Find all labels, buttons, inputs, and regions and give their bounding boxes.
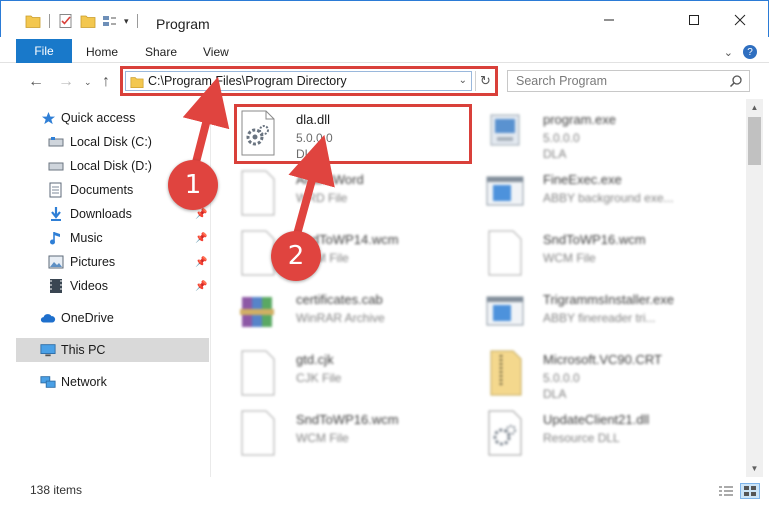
file-highlight-box <box>234 104 472 164</box>
search-placeholder: Search Program <box>516 74 608 88</box>
pin-icon[interactable]: 📌 <box>195 257 207 268</box>
tab-home[interactable]: Home <box>86 45 118 59</box>
zipper-file-icon <box>490 350 522 396</box>
maximize-icon <box>689 14 699 25</box>
file-item-program-exe[interactable]: program.exe 5.0.0.0 DLA <box>485 109 735 165</box>
refresh-button[interactable]: ↻ <box>475 71 495 91</box>
close-icon <box>734 14 746 25</box>
winrar-icon <box>240 297 274 327</box>
status-bar: 138 items <box>0 477 769 515</box>
customize-toolbar-icon[interactable] <box>102 13 118 29</box>
ribbon-controls: ⌄ ? <box>724 45 757 59</box>
navigation-pane: Quick access Local Disk (C:) Local Disk … <box>0 99 211 477</box>
drive-icon <box>48 134 64 150</box>
music-icon <box>48 230 64 246</box>
vertical-scrollbar[interactable]: ▲ ▼ <box>746 99 763 477</box>
search-input[interactable]: Search Program <box>507 70 750 92</box>
sidebar-item-network[interactable]: Network <box>0 370 210 394</box>
minimize-button[interactable] <box>586 1 632 38</box>
scroll-thumb[interactable] <box>748 117 761 165</box>
properties-check-icon[interactable] <box>58 13 74 29</box>
address-path: C:\Program Files\Program Directory <box>148 74 347 88</box>
exe-icon <box>490 114 520 146</box>
sidebar-item-music[interactable]: Music 📌 <box>0 226 210 250</box>
download-icon <box>48 206 64 222</box>
toolbar-dropdown-icon[interactable]: ▾ <box>124 16 129 27</box>
sidebar-item-this-pc[interactable]: This PC <box>16 338 209 362</box>
sidebar-item-local-disk-c[interactable]: Local Disk (C:) <box>0 130 210 154</box>
file-item-sndtowp16-wcm-2[interactable]: SndToWP16.wcm WCM File <box>238 409 488 465</box>
title-bar: ▾ Program <box>0 0 769 37</box>
pin-icon[interactable]: 📌 <box>195 209 207 220</box>
expand-ribbon-icon[interactable]: ⌄ <box>724 46 733 59</box>
back-arrow-icon[interactable]: ← <box>28 73 44 91</box>
folder-icon[interactable] <box>25 13 41 29</box>
address-dropdown-icon[interactable]: ⌄ <box>459 75 467 86</box>
address-row: ← → ⌄ ↑ C:\Program Files\Program Directo… <box>0 63 769 99</box>
toolbar-separator <box>136 14 138 28</box>
drive-icon <box>48 158 64 174</box>
window-app-icon <box>486 176 524 206</box>
quick-access-toolbar: ▾ <box>25 13 140 29</box>
details-view-button[interactable] <box>716 483 736 499</box>
sidebar-item-videos[interactable]: Videos 📌 <box>0 274 210 298</box>
large-icons-view-button[interactable] <box>740 483 760 499</box>
file-item-sndtowp16-wcm[interactable]: SndToWP16.wcm WCM File <box>485 229 735 285</box>
file-item-gtd-cjk[interactable]: gtd.cjk CJK File <box>238 349 488 405</box>
computer-icon <box>40 342 56 358</box>
details-view-icon <box>719 486 733 496</box>
recent-locations-icon[interactable]: ⌄ <box>84 77 92 88</box>
minimize-icon <box>604 19 614 20</box>
file-item-microsoft-vc90-crt[interactable]: Microsoft.VC90.CRT 5.0.0.0 DLA <box>485 349 735 405</box>
window-title: Program <box>156 16 210 32</box>
item-count: 138 items <box>30 483 83 497</box>
scroll-down-icon[interactable]: ▼ <box>746 460 763 477</box>
step-1-badge: 1 <box>168 160 218 210</box>
up-arrow-icon[interactable]: ↑ <box>102 73 110 91</box>
dll-gear-icon <box>488 410 522 456</box>
address-highlight: C:\Program Files\Program Directory ⌄ ↻ <box>120 66 498 96</box>
close-button[interactable] <box>717 1 763 38</box>
pictures-icon <box>48 254 64 270</box>
help-icon[interactable]: ? <box>743 45 757 59</box>
scroll-up-icon[interactable]: ▲ <box>746 99 763 116</box>
file-item-certificates-cab[interactable]: certificates.cab WinRAR Archive <box>238 289 488 345</box>
blank-file-icon <box>488 230 522 276</box>
large-icons-view-icon <box>744 486 756 496</box>
pin-icon[interactable]: 📌 <box>195 233 207 244</box>
blank-file-icon <box>241 170 275 216</box>
cloud-icon <box>40 310 56 326</box>
tab-file[interactable]: File <box>16 39 72 63</box>
address-bar[interactable]: C:\Program Files\Program Directory ⌄ <box>125 71 472 91</box>
step-2-badge: 2 <box>271 231 321 281</box>
sidebar-item-pictures[interactable]: Pictures 📌 <box>0 250 210 274</box>
file-item-updateclient21-dll[interactable]: UpdateClient21.dll Resource DLL <box>485 409 735 465</box>
new-folder-icon[interactable] <box>80 13 96 29</box>
window-app-icon <box>486 296 524 326</box>
maximize-button[interactable] <box>671 1 717 38</box>
blank-file-icon <box>241 350 275 396</box>
star-icon <box>40 110 56 126</box>
pin-icon[interactable]: 📌 <box>195 281 207 292</box>
ribbon-tabs: File Home Share View ⌄ ? <box>0 37 769 63</box>
sidebar-item-onedrive[interactable]: OneDrive <box>0 306 210 330</box>
tab-share[interactable]: Share <box>145 45 177 59</box>
sidebar-item-quick-access[interactable]: Quick access <box>0 106 210 130</box>
tab-view[interactable]: View <box>203 45 229 59</box>
folder-icon <box>130 77 144 89</box>
videos-icon <box>48 278 64 294</box>
blank-file-icon <box>241 410 275 456</box>
file-item-arabicword[interactable]: ArabicWord WRD File <box>238 169 488 225</box>
network-icon <box>40 374 56 390</box>
toolbar-separator <box>49 14 50 28</box>
file-item-trigrammsinstaller-exe[interactable]: TrigrammsInstaller.exe ABBY finereader t… <box>485 289 735 345</box>
documents-icon <box>48 182 64 198</box>
search-icon <box>729 75 742 88</box>
file-item-fineexec-exe[interactable]: FineExec.exe ABBY background exe... <box>485 169 735 225</box>
forward-arrow-icon[interactable]: → <box>58 73 74 91</box>
refresh-icon: ↻ <box>480 73 491 88</box>
